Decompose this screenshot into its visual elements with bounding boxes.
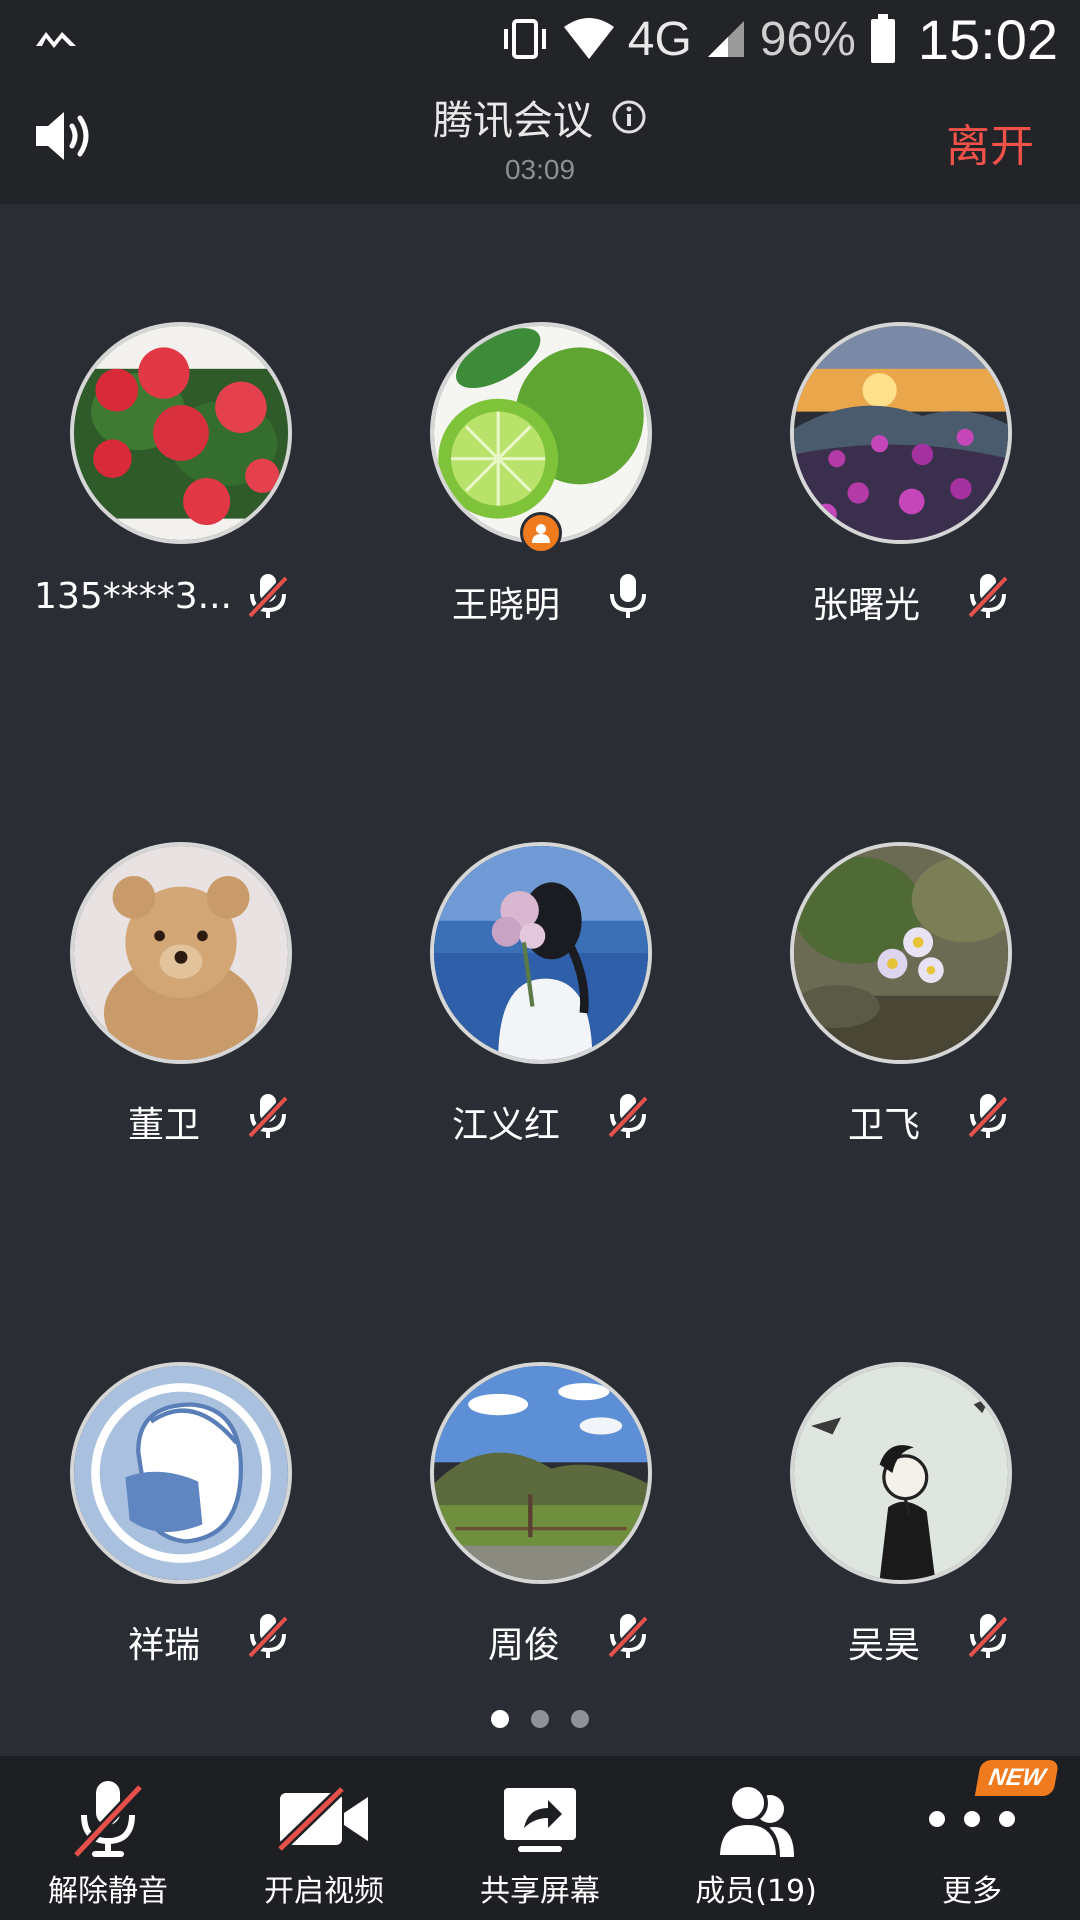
avatar xyxy=(430,322,652,544)
mic-muted-icon xyxy=(967,1614,1009,1659)
avatar xyxy=(790,1362,1012,1584)
mic-muted-icon xyxy=(967,1094,1009,1139)
host-badge-icon xyxy=(520,512,562,554)
avatar xyxy=(70,1362,292,1584)
participant-name: 135****3... xyxy=(34,576,232,617)
page-dot[interactable] xyxy=(531,1710,549,1728)
avatar xyxy=(70,322,292,544)
battery-percent: 96% xyxy=(759,12,856,66)
mic-muted-icon xyxy=(247,574,289,619)
more-button[interactable]: NEW 更多 xyxy=(864,1756,1080,1920)
mic-muted-icon xyxy=(607,1094,649,1139)
participant-tile[interactable]: 董卫 xyxy=(0,842,360,1162)
share-screen-icon xyxy=(504,1788,576,1852)
participant-tile[interactable]: 王晓明 xyxy=(360,322,720,642)
participant-name: 张曙光 xyxy=(811,585,920,626)
participant-name: 江义红 xyxy=(451,1105,560,1146)
mic-muted-icon xyxy=(247,1094,289,1139)
more-label: 更多 xyxy=(942,1874,1002,1909)
participant-tile[interactable]: 吴昊 xyxy=(720,1362,1080,1682)
app-notification-icon xyxy=(36,32,76,48)
participant-name: 祥瑞 xyxy=(127,1625,200,1666)
page-dot[interactable] xyxy=(571,1710,589,1728)
participant-name: 董卫 xyxy=(127,1105,200,1146)
page-indicator[interactable] xyxy=(0,1710,1080,1734)
start-video-button[interactable]: 开启视频 xyxy=(216,1756,432,1920)
participant-tile[interactable]: 卫飞 xyxy=(720,842,1080,1162)
members-icon xyxy=(716,1783,794,1857)
meeting-timer: 03:09 xyxy=(504,154,576,185)
mic-icon xyxy=(610,574,646,618)
participant-tile[interactable]: 135****3... xyxy=(0,322,360,642)
mic-muted-icon xyxy=(72,1781,144,1859)
participant-name: 卫飞 xyxy=(847,1105,920,1146)
avatar xyxy=(430,842,652,1064)
start-video-label: 开启视频 xyxy=(264,1874,384,1909)
participant-grid: 135****3... 王晓明 张曙光 董卫 江义红 卫飞 祥瑞 周俊 吴昊 xyxy=(0,204,1080,1704)
more-dots-icon xyxy=(929,1811,1015,1827)
vibrate-icon xyxy=(503,19,546,59)
avatar xyxy=(430,1362,652,1584)
avatar xyxy=(790,842,1012,1064)
members-button[interactable]: 成员(19) xyxy=(648,1756,864,1920)
leave-button[interactable]: 离开 xyxy=(946,110,1034,174)
avatar xyxy=(790,322,1012,544)
signal-icon xyxy=(707,21,744,57)
info-icon[interactable] xyxy=(611,99,647,135)
participant-tile[interactable]: 周俊 xyxy=(360,1362,720,1682)
page-dot[interactable] xyxy=(491,1710,509,1728)
mic-muted-icon xyxy=(607,1614,649,1659)
participant-tile[interactable]: 张曙光 xyxy=(720,322,1080,642)
participant-tile[interactable]: 江义红 xyxy=(360,842,720,1162)
bottom-toolbar: 解除静音 开启视频 共享屏幕 成员(19) NEW 更多 xyxy=(0,1756,1080,1920)
network-type: 4G xyxy=(627,12,692,66)
meeting-title[interactable]: 腾讯会议 xyxy=(433,88,593,146)
meeting-header: 腾讯会议 03:09 离开 xyxy=(0,78,1080,204)
wifi-icon xyxy=(563,18,614,59)
unmute-button[interactable]: 解除静音 xyxy=(0,1756,216,1920)
avatar xyxy=(70,842,292,1064)
share-screen-button[interactable]: 共享屏幕 xyxy=(432,1756,648,1920)
participant-name: 王晓明 xyxy=(451,585,560,626)
participant-name: 吴昊 xyxy=(847,1625,920,1666)
video-off-icon xyxy=(276,1787,368,1851)
mic-muted-icon xyxy=(967,574,1009,619)
participant-tile[interactable]: 祥瑞 xyxy=(0,1362,360,1682)
battery-icon xyxy=(870,14,895,63)
unmute-label: 解除静音 xyxy=(48,1874,168,1909)
share-screen-label: 共享屏幕 xyxy=(480,1874,600,1909)
members-label: 成员(19) xyxy=(695,1874,817,1909)
clock: 15:02 xyxy=(917,7,1058,71)
participant-name: 周俊 xyxy=(487,1625,560,1666)
status-bar: 4G 96% 15:02 xyxy=(0,0,1080,78)
meeting-screen: 4G 96% 15:02 腾讯会议 03:09 离开 135****3... 王… xyxy=(0,0,1080,1920)
status-right: 4G 96% 15:02 xyxy=(500,7,1058,71)
mic-muted-icon xyxy=(247,1614,289,1659)
